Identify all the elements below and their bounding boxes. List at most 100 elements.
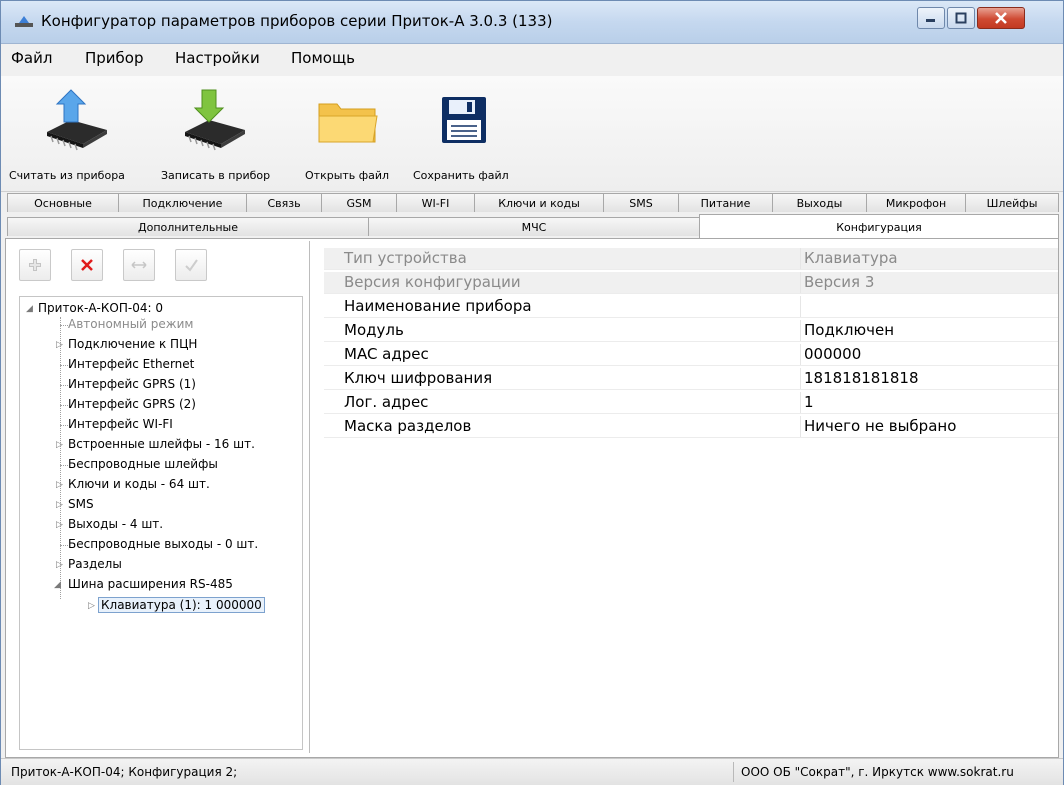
tree-item-keyboard[interactable]: Клавиатура (1): 1 000000 xyxy=(98,597,265,613)
property-row[interactable]: Модуль Подключен xyxy=(324,320,1058,342)
plus-icon xyxy=(29,259,41,271)
tab-loops[interactable]: Шлейфы xyxy=(965,193,1059,212)
red-x-icon xyxy=(81,259,93,271)
tab-microphone[interactable]: Микрофон xyxy=(866,193,966,212)
property-key: Тип устройства xyxy=(344,249,467,267)
tab-additional[interactable]: Дополнительные xyxy=(7,217,369,236)
tree-item-outputs[interactable]: Выходы - 4 шт. xyxy=(68,517,163,531)
tree-branch-line xyxy=(60,545,68,546)
tab-configuration[interactable]: Конфигурация xyxy=(699,214,1059,238)
tab-outputs[interactable]: Выходы xyxy=(772,193,867,212)
floppy-disk-icon xyxy=(442,97,486,143)
row-divider xyxy=(324,341,1058,342)
property-row[interactable]: MAC адрес 000000 xyxy=(324,344,1058,366)
property-key: Модуль xyxy=(344,321,404,339)
minimize-button[interactable] xyxy=(917,7,945,29)
write-label: Записать в прибор xyxy=(161,169,271,182)
expand-arrow-icon[interactable]: ▷ xyxy=(56,440,63,450)
write-chip-icon xyxy=(185,89,245,151)
property-value[interactable]: Ничего не выбрано xyxy=(804,417,956,435)
property-value[interactable]: Подключен xyxy=(804,321,894,339)
tree-item-builtin-loops[interactable]: Встроенные шлейфы - 16 шт. xyxy=(68,437,255,451)
expand-arrow-icon[interactable]: ▷ xyxy=(56,500,63,510)
add-node-button[interactable] xyxy=(19,249,51,281)
tree-item-sms[interactable]: SMS xyxy=(68,497,94,511)
delete-node-button[interactable] xyxy=(71,249,103,281)
tree-pane: ◢ Приток-А-КОП-04: 0 Автономный режим ▷ … xyxy=(7,241,310,753)
menu-device[interactable]: Прибор xyxy=(85,49,144,67)
checkmark-icon xyxy=(185,259,198,272)
property-row[interactable]: Лог. адрес 1 xyxy=(324,392,1058,414)
expand-arrow-icon[interactable]: ▷ xyxy=(56,340,63,350)
property-row[interactable]: Ключ шифрования 181818181818 xyxy=(324,368,1058,390)
tree-item-autonomous[interactable]: Автономный режим xyxy=(68,317,193,331)
tab-wifi[interactable]: WI-FI xyxy=(396,193,475,212)
tree-item-wireless-outputs[interactable]: Беспроводные выходы - 0 шт. xyxy=(68,537,258,551)
expand-arrow-icon[interactable]: ▷ xyxy=(56,520,63,530)
tab-keys-codes[interactable]: Ключи и коды xyxy=(474,193,604,212)
tree-item-gprs-1[interactable]: Интерфейс GPRS (1) xyxy=(68,377,196,391)
property-key: Наименование прибора xyxy=(344,297,532,315)
save-file-button[interactable]: Сохранить файл xyxy=(411,76,515,188)
property-key: Лог. адрес xyxy=(344,393,429,411)
tabs-row-2: Дополнительные МЧС Конфигурация xyxy=(1,214,1063,238)
tab-gsm[interactable]: GSM xyxy=(321,193,397,212)
status-device-info: Приток-А-КОП-04; Конфигурация 2; xyxy=(11,765,238,779)
tree-item-wifi[interactable]: Интерфейс WI-FI xyxy=(68,417,173,431)
maximize-button[interactable] xyxy=(947,7,975,29)
tab-sms[interactable]: SMS xyxy=(603,193,679,212)
tab-communication[interactable]: Связь xyxy=(246,193,322,212)
apply-node-button[interactable] xyxy=(175,249,207,281)
tree-item-keys-codes[interactable]: Ключи и коды - 64 шт. xyxy=(68,477,210,491)
toolbar: Считать из прибора Записать в прибор Отк… xyxy=(1,76,1063,192)
column-divider xyxy=(800,296,801,318)
tabs-row-1: Основные Подключение Связь GSM WI-FI Клю… xyxy=(1,193,1063,213)
property-value[interactable]: 1 xyxy=(804,393,814,411)
close-button[interactable] xyxy=(977,7,1025,29)
expand-arrow-icon[interactable]: ▷ xyxy=(88,601,95,611)
menu-file[interactable]: Файл xyxy=(11,49,52,67)
tab-power[interactable]: Питание xyxy=(678,193,773,212)
column-divider xyxy=(800,344,801,366)
read-chip-icon xyxy=(47,89,107,151)
property-value[interactable]: 181818181818 xyxy=(804,369,919,387)
read-from-device-button[interactable]: Считать из прибора xyxy=(9,76,151,188)
move-node-button[interactable] xyxy=(123,249,155,281)
close-icon xyxy=(978,8,1024,28)
row-divider xyxy=(324,317,1058,318)
tree-item-partitions[interactable]: Разделы xyxy=(68,557,122,571)
expand-arrow-icon[interactable]: ▷ xyxy=(56,480,63,490)
save-label: Сохранить файл xyxy=(413,169,509,182)
tab-connection[interactable]: Подключение xyxy=(118,193,247,212)
tree-branch-line xyxy=(60,465,68,466)
menu-help[interactable]: Помощь xyxy=(291,49,355,67)
tree-item-pcn[interactable]: Подключение к ПЦН xyxy=(68,337,197,351)
property-row[interactable]: Наименование прибора xyxy=(324,296,1058,318)
tree-item-gprs-2[interactable]: Интерфейс GPRS (2) xyxy=(68,397,196,411)
open-file-button[interactable]: Открыть файл xyxy=(303,76,403,188)
column-divider xyxy=(800,272,801,294)
status-company-info: ООО ОБ "Сократ", г. Иркутск www.sokrat.r… xyxy=(741,765,1014,779)
collapse-arrow-icon[interactable]: ◢ xyxy=(54,580,61,590)
tab-basic[interactable]: Основные xyxy=(7,193,119,212)
tree-item-rs485-bus[interactable]: Шина расширения RS-485 xyxy=(68,577,233,591)
column-divider xyxy=(800,248,801,270)
property-value[interactable]: 000000 xyxy=(804,345,861,363)
minimize-icon xyxy=(918,8,944,28)
tab-emergency[interactable]: МЧС xyxy=(368,217,700,236)
collapse-arrow-icon[interactable]: ◢ xyxy=(26,304,33,314)
write-to-device-button[interactable]: Записать в прибор xyxy=(159,76,285,188)
property-value: Клавиатура xyxy=(804,249,898,267)
tree-item-ethernet[interactable]: Интерфейс Ethernet xyxy=(68,357,194,371)
tree-item-wireless-loops[interactable]: Беспроводные шлейфы xyxy=(68,457,218,471)
menu-settings[interactable]: Настройки xyxy=(175,49,260,67)
property-row[interactable]: Маска разделов Ничего не выбрано xyxy=(324,416,1058,438)
property-row: Тип устройства Клавиатура xyxy=(324,248,1058,270)
expand-arrow-icon[interactable]: ▷ xyxy=(56,560,63,570)
property-key: Ключ шифрования xyxy=(344,369,493,387)
status-divider xyxy=(733,762,734,782)
property-key: Версия конфигурации xyxy=(344,273,521,291)
row-divider xyxy=(324,389,1058,390)
title-bar: Конфигуратор параметров приборов серии П… xyxy=(1,1,1063,44)
tree-root[interactable]: Приток-А-КОП-04: 0 xyxy=(38,301,163,315)
